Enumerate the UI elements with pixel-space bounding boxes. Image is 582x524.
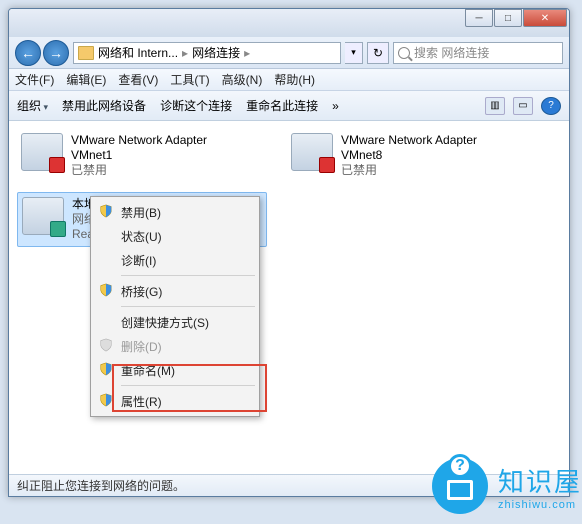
ctx-label: 桥接(G) bbox=[121, 283, 162, 300]
adapter-text: VMware Network Adapter VMnet1 已禁用 bbox=[71, 133, 207, 178]
adapter-vmnet8[interactable]: VMware Network Adapter VMnet8 已禁用 bbox=[287, 129, 537, 182]
menu-view[interactable]: 查看(V) bbox=[118, 71, 158, 88]
ctx-diagnose[interactable]: 诊断(I) bbox=[93, 248, 257, 272]
toolbar-more[interactable]: » bbox=[332, 99, 339, 113]
shield-icon bbox=[99, 204, 113, 218]
nav-buttons: ← → bbox=[15, 40, 69, 66]
logo-subtext: zhishiwu.com bbox=[498, 499, 582, 511]
toolbar-organize[interactable]: 组织 bbox=[17, 97, 48, 114]
maximize-button[interactable]: □ bbox=[494, 9, 522, 27]
menu-advanced[interactable]: 高级(N) bbox=[222, 71, 263, 88]
back-button[interactable]: ← bbox=[15, 40, 41, 66]
toolbar-right: ▥ ▭ ? bbox=[485, 97, 561, 115]
search-input[interactable]: 搜索 网络连接 bbox=[393, 42, 563, 64]
address-bar-row: ← → 网络和 Intern... ▸ 网络连接 ▸ ▾ ↻ 搜索 网络连接 bbox=[9, 37, 569, 69]
screen-icon bbox=[447, 480, 473, 500]
ctx-separator bbox=[121, 275, 255, 276]
ctx-label: 创建快捷方式(S) bbox=[121, 314, 209, 331]
menu-edit[interactable]: 编辑(E) bbox=[66, 71, 106, 88]
breadcrumb-level2[interactable]: 网络连接 bbox=[192, 44, 240, 61]
ctx-properties[interactable]: 属性(R) bbox=[93, 389, 257, 413]
view-details-button[interactable]: ▭ bbox=[513, 97, 533, 115]
shield-icon bbox=[99, 362, 113, 376]
shield-icon bbox=[99, 338, 113, 352]
adapter-name: VMware Network Adapter bbox=[341, 133, 477, 148]
adapter-vmnet1[interactable]: VMware Network Adapter VMnet1 已禁用 bbox=[17, 129, 267, 182]
adapter-status: 已禁用 bbox=[71, 163, 207, 178]
adapter-icon bbox=[21, 133, 63, 171]
question-icon: ? bbox=[448, 454, 472, 478]
breadcrumb-sep: ▸ bbox=[182, 46, 188, 60]
ctx-label: 禁用(B) bbox=[121, 204, 161, 221]
folder-icon bbox=[78, 46, 94, 60]
menubar: 文件(F) 编辑(E) 查看(V) 工具(T) 高级(N) 帮助(H) bbox=[9, 69, 569, 91]
ctx-shortcut[interactable]: 创建快捷方式(S) bbox=[93, 310, 257, 334]
adapter-name: VMware Network Adapter bbox=[71, 133, 207, 148]
toolbar-diagnose[interactable]: 诊断这个连接 bbox=[160, 97, 232, 114]
ctx-delete: 删除(D) bbox=[93, 334, 257, 358]
context-menu: 禁用(B) 状态(U) 诊断(I) 桥接(G) 创建快捷方式(S) 删除(D) … bbox=[90, 196, 260, 417]
shield-icon bbox=[99, 283, 113, 297]
ctx-label: 删除(D) bbox=[121, 338, 162, 355]
ctx-disable[interactable]: 禁用(B) bbox=[93, 200, 257, 224]
ctx-separator bbox=[121, 306, 255, 307]
ctx-label: 重命名(M) bbox=[121, 362, 175, 379]
ctx-bridge[interactable]: 桥接(G) bbox=[93, 279, 257, 303]
toolbar-disable[interactable]: 禁用此网络设备 bbox=[62, 97, 146, 114]
menu-tools[interactable]: 工具(T) bbox=[170, 71, 209, 88]
help-button[interactable]: ? bbox=[541, 97, 561, 115]
view-icons-button[interactable]: ▥ bbox=[485, 97, 505, 115]
adapter-status: 已禁用 bbox=[341, 163, 477, 178]
adapter-icon bbox=[22, 197, 64, 235]
status-text: 纠正阻止您连接到网络的问题。 bbox=[17, 477, 185, 494]
logo-badge-icon: ? bbox=[432, 458, 488, 514]
adapter-name2: VMnet8 bbox=[341, 148, 477, 163]
watermark-logo: ? 知识屋 zhishiwu.com bbox=[432, 458, 582, 514]
adapter-row: VMware Network Adapter VMnet1 已禁用 VMware… bbox=[17, 129, 561, 182]
ctx-separator bbox=[121, 385, 255, 386]
adapter-text: VMware Network Adapter VMnet8 已禁用 bbox=[341, 133, 477, 178]
minimize-button[interactable]: ─ bbox=[465, 9, 493, 27]
shield-icon bbox=[99, 393, 113, 407]
forward-button[interactable]: → bbox=[43, 40, 69, 66]
ctx-label: 诊断(I) bbox=[121, 252, 156, 269]
logo-text-block: 知识屋 zhishiwu.com bbox=[498, 462, 582, 511]
address-dropdown[interactable]: ▾ bbox=[345, 42, 363, 64]
logo-text: 知识屋 bbox=[498, 467, 582, 497]
ctx-label: 属性(R) bbox=[121, 393, 162, 410]
toolbar: 组织 禁用此网络设备 诊断这个连接 重命名此连接 » ▥ ▭ ? bbox=[9, 91, 569, 121]
titlebar: ─ □ ✕ bbox=[9, 9, 569, 37]
adapter-name2: VMnet1 bbox=[71, 148, 207, 163]
ctx-rename[interactable]: 重命名(M) bbox=[93, 358, 257, 382]
close-button[interactable]: ✕ bbox=[523, 9, 567, 27]
search-placeholder: 搜索 网络连接 bbox=[414, 44, 489, 61]
toolbar-rename[interactable]: 重命名此连接 bbox=[246, 97, 318, 114]
adapter-icon bbox=[291, 133, 333, 171]
breadcrumb[interactable]: 网络和 Intern... ▸ 网络连接 ▸ bbox=[73, 42, 341, 64]
ctx-status[interactable]: 状态(U) bbox=[93, 224, 257, 248]
breadcrumb-sep: ▸ bbox=[244, 46, 250, 60]
search-icon bbox=[398, 47, 410, 59]
menu-file[interactable]: 文件(F) bbox=[15, 71, 54, 88]
menu-help[interactable]: 帮助(H) bbox=[274, 71, 315, 88]
breadcrumb-level1[interactable]: 网络和 Intern... bbox=[98, 44, 178, 61]
refresh-button[interactable]: ↻ bbox=[367, 42, 389, 64]
ctx-label: 状态(U) bbox=[121, 228, 162, 245]
